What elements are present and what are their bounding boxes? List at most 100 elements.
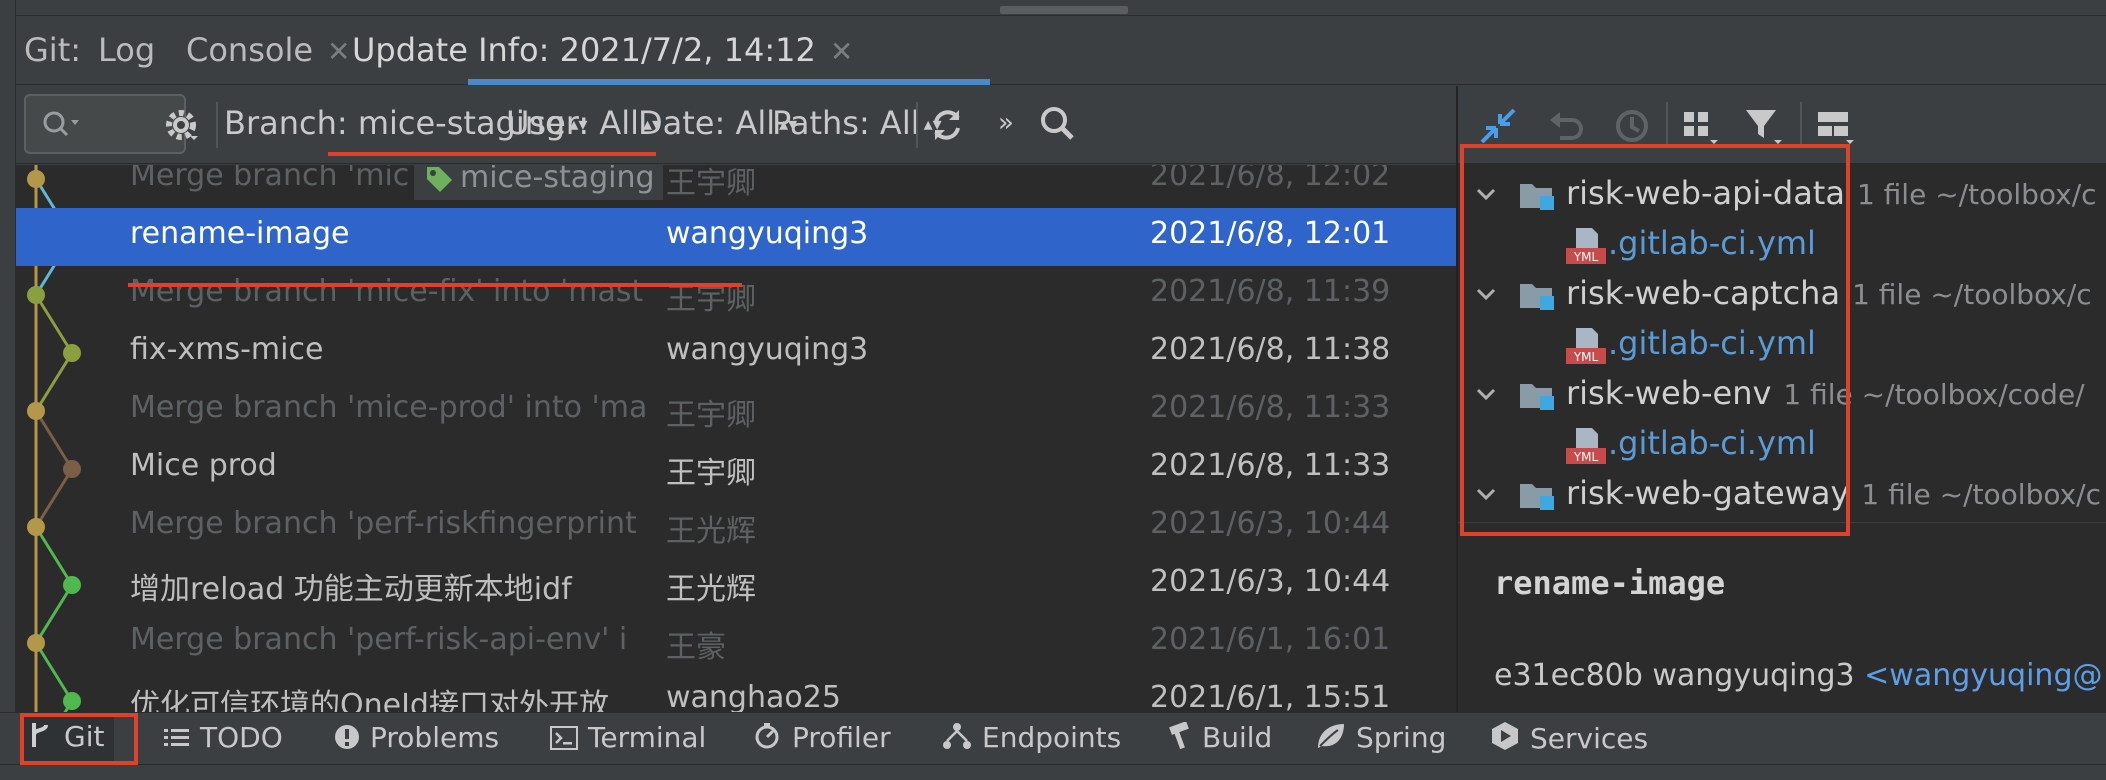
warning-circle-icon <box>334 724 360 757</box>
services-icon <box>1490 721 1520 758</box>
paths-filter-label: Paths: All <box>772 104 920 142</box>
commit-subject: Merge branch 'mice-prod' into 'ma <box>130 390 648 425</box>
commit-author: 王宇卿 <box>666 456 756 491</box>
commit-date: 2021/6/1, 16:01 <box>1150 622 1391 657</box>
filter-icon[interactable] <box>1742 104 1786 148</box>
commit-date: 2021/6/8, 11:38 <box>1150 332 1391 367</box>
user-filter-label: User: All <box>506 104 639 142</box>
module-info: 1 file ~/toolbox/c <box>1852 278 2092 311</box>
profiler-icon <box>754 722 782 757</box>
commit-date: 2021/6/3, 10:44 <box>1150 506 1391 541</box>
tool-problems-label: Problems <box>370 721 500 754</box>
git-tool-highlight-box <box>20 713 138 765</box>
tool-window-bar: Git TODO Problems Terminal Profiler Endp… <box>0 712 2106 764</box>
refresh-icon[interactable] <box>928 106 966 144</box>
toolbar-separator <box>216 102 218 148</box>
tool-profiler-label: Profiler <box>792 721 891 754</box>
table-row[interactable]: Merge branch 'mice-fix' into 'mast 王宇卿 2… <box>16 266 1456 324</box>
commit-subject: 优化可信环境的OneId接口对外开放 <box>130 688 609 712</box>
commit-author: 王光辉 <box>666 572 756 607</box>
commit-details-title: rename-image <box>1494 564 1726 602</box>
commit-subject: rename-image <box>130 216 350 251</box>
tab-console[interactable]: Console ✕ <box>186 31 351 69</box>
commit-author: 王宇卿 <box>666 398 756 433</box>
branch-highlight-underline <box>328 152 656 156</box>
history-icon[interactable] <box>1612 106 1652 146</box>
table-row[interactable]: 增加reload 功能主动更新本地idf 王光辉 2021/6/3, 10:44 <box>16 556 1456 614</box>
collapse-arrows-icon[interactable] <box>1478 106 1518 146</box>
more-actions-icon[interactable]: » <box>998 108 1014 138</box>
endpoints-icon <box>942 722 972 757</box>
tool-spring-button[interactable]: Spring <box>1316 721 1446 757</box>
terminal-icon <box>550 724 578 757</box>
tool-endpoints-label: Endpoints <box>982 721 1122 754</box>
tool-problems-button[interactable]: Problems <box>334 721 499 757</box>
toolbar-separator <box>1800 102 1802 148</box>
branch-tag-label[interactable]: mice-staging <box>414 165 663 200</box>
tool-todo-button[interactable]: TODO <box>164 721 283 757</box>
commit-subject: Mice prod <box>130 448 277 483</box>
tab-console-label: Console <box>186 31 314 69</box>
list-icon <box>164 724 190 757</box>
tool-todo-label: TODO <box>200 721 283 754</box>
commit-highlight-underline <box>128 283 742 287</box>
scrollbar-thumb[interactable] <box>1000 6 1128 14</box>
commit-date: 2021/6/1, 15:51 <box>1150 680 1391 712</box>
close-icon[interactable]: ✕ <box>830 35 853 68</box>
toolbar-separator <box>1666 102 1668 148</box>
tab-update-info[interactable]: Update Info: 2021/7/2, 14:12 ✕ <box>352 31 853 69</box>
find-icon[interactable] <box>1038 104 1078 144</box>
table-row[interactable]: 优化可信环境的OneId接口对外开放 wanghao25 2021/6/1, 1… <box>16 672 1456 712</box>
commit-author: 王光辉 <box>666 514 756 549</box>
table-row[interactable]: Merge branch 'perf-risk-api-env' i 王豪 20… <box>16 614 1456 672</box>
module-info: 1 file ~/toolbox/c <box>1861 478 2102 511</box>
search-icon <box>43 111 79 137</box>
commit-author: 王宇卿 <box>666 166 756 201</box>
commit-subject: Merge branch 'perf-riskfingerprint <box>130 506 637 541</box>
spring-leaf-icon <box>1316 722 1346 757</box>
commit-author: wangyuqing3 <box>666 216 869 251</box>
tool-endpoints-button[interactable]: Endpoints <box>942 721 1121 757</box>
table-row[interactable]: Merge branch 'mic mice-staging 王宇卿 2021/… <box>16 165 1456 208</box>
commit-date: 2021/6/8, 11:33 <box>1150 448 1391 483</box>
tab-log[interactable]: Log <box>98 31 155 69</box>
date-filter-label: Date: All <box>638 104 776 142</box>
hammer-icon <box>1166 721 1192 757</box>
commit-log-table[interactable]: Merge branch 'mic mice-staging 王宇卿 2021/… <box>16 165 1456 712</box>
tool-spring-label: Spring <box>1356 721 1447 754</box>
table-row[interactable]: fix-xms-mice wangyuqing3 2021/6/8, 11:38 <box>16 324 1456 382</box>
tool-terminal-button[interactable]: Terminal <box>550 721 706 757</box>
commit-subject: Merge branch 'mice-fix' into 'mast <box>130 274 644 309</box>
toolbar-separator <box>916 102 918 148</box>
changed-files-highlight-box <box>1460 144 1850 536</box>
commit-date: 2021/6/8, 11:33 <box>1150 390 1391 425</box>
tool-services-label: Services <box>1530 722 1649 755</box>
branch-tag-text: mice-staging <box>460 165 655 195</box>
revert-icon[interactable] <box>1546 106 1586 146</box>
tool-services-button[interactable]: Services <box>1490 721 1648 758</box>
table-row-selected[interactable]: rename-image wangyuqing3 2021/6/8, 12:01 <box>16 208 1456 266</box>
active-tab-indicator <box>468 79 990 85</box>
tool-profiler-button[interactable]: Profiler <box>754 721 891 757</box>
commit-author-email-link[interactable]: <wangyuqing@ <box>1864 658 2102 693</box>
table-row[interactable]: Merge branch 'mice-prod' into 'ma 王宇卿 20… <box>16 382 1456 440</box>
commit-date: 2021/6/3, 10:44 <box>1150 564 1391 599</box>
tool-build-label: Build <box>1202 721 1273 754</box>
log-toolbar: Branch: mice-staging ▴▾ User: All ▴▾ Date:… <box>16 86 1456 164</box>
tool-build-button[interactable]: Build <box>1166 721 1272 757</box>
commit-details-author: wangyuqing3 <box>1652 658 1855 693</box>
table-row[interactable]: Mice prod 王宇卿 2021/6/8, 11:33 <box>16 440 1456 498</box>
git-tool-tabbar: Git: Log Console ✕ Update Info: 2021/7/2,… <box>16 17 2106 85</box>
left-tool-stripe <box>0 0 16 712</box>
commit-subject: Merge branch 'perf-risk-api-env' i <box>130 622 628 657</box>
commit-date: 2021/6/8, 12:01 <box>1150 216 1391 251</box>
commit-hash: e31ec80b <box>1494 658 1643 693</box>
gear-icon[interactable] <box>162 106 200 144</box>
close-icon[interactable]: ✕ <box>327 35 350 68</box>
status-bar <box>0 764 2106 780</box>
commit-author: 王宇卿 <box>666 282 756 317</box>
tag-icon <box>427 167 452 192</box>
table-row[interactable]: Merge branch 'perf-riskfingerprint 王光辉 2… <box>16 498 1456 556</box>
group-by-icon[interactable] <box>1680 106 1722 148</box>
layout-icon[interactable] <box>1814 106 1858 148</box>
